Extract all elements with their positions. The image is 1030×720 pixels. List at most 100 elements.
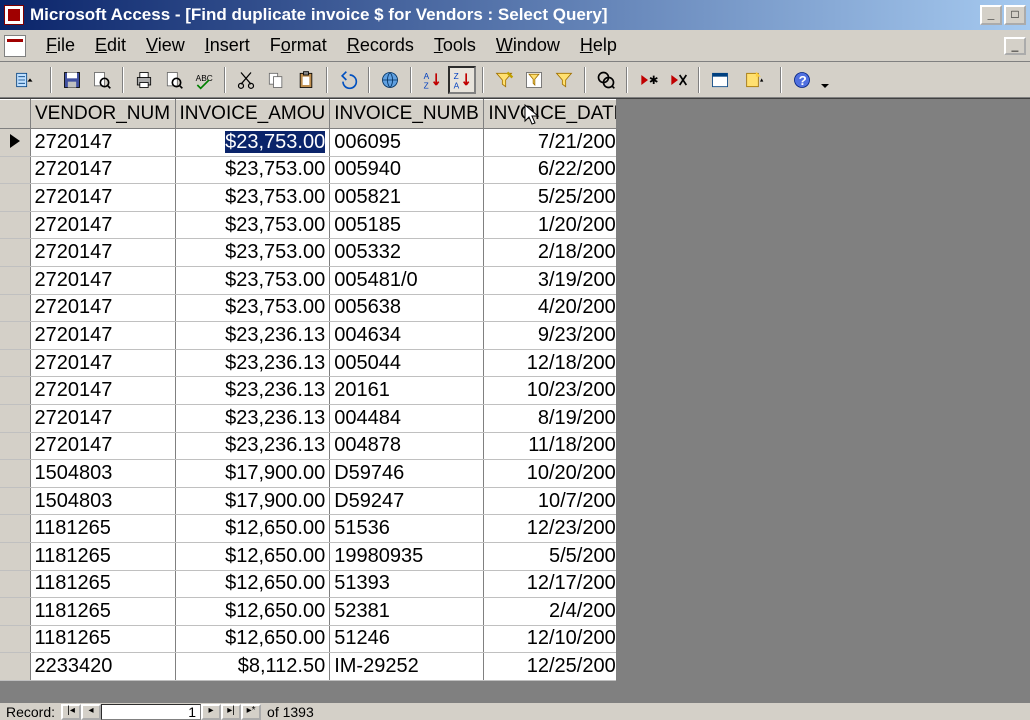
row-selector[interactable] <box>0 211 30 239</box>
cell-invnum[interactable]: 004878 <box>330 432 484 460</box>
row-selector[interactable] <box>0 184 30 212</box>
cell-date[interactable]: 12/25/2002 <box>483 653 631 681</box>
column-header-invoice-number[interactable]: INVOICE_NUMB <box>330 100 484 129</box>
cell-date[interactable]: 10/20/2002 <box>483 460 631 488</box>
row-selector[interactable] <box>0 377 30 405</box>
maximize-button[interactable]: □ <box>1004 5 1026 25</box>
table-row[interactable]: 1504803$17,900.00D5974610/20/2002 <box>0 460 631 488</box>
column-header-invoice-date[interactable]: INVOICE_DATE <box>483 100 631 129</box>
delete-record-button[interactable] <box>664 66 692 94</box>
cell-invnum[interactable]: 19980935 <box>330 542 484 570</box>
print-preview-button[interactable] <box>160 66 188 94</box>
table-row[interactable]: 2720147$23,236.1300487811/18/2002 <box>0 432 631 460</box>
cell-invnum[interactable]: 004484 <box>330 404 484 432</box>
cell-amount[interactable]: $23,753.00 <box>175 129 330 157</box>
spelling-button[interactable]: ABC <box>190 66 218 94</box>
cell-invnum[interactable]: 52381 <box>330 598 484 626</box>
cell-amount[interactable]: $8,112.50 <box>175 653 330 681</box>
cell-amount[interactable]: $23,236.13 <box>175 322 330 350</box>
cell-date[interactable]: 5/25/2003 <box>483 184 631 212</box>
cell-vendor[interactable]: 2233420 <box>30 653 175 681</box>
row-selector[interactable] <box>0 542 30 570</box>
apply-filter-button[interactable] <box>550 66 578 94</box>
cell-vendor[interactable]: 1504803 <box>30 487 175 515</box>
print-button[interactable] <box>130 66 158 94</box>
row-selector[interactable] <box>0 129 30 157</box>
table-row[interactable]: 1181265$12,650.005139312/17/2002 <box>0 570 631 598</box>
cell-invnum[interactable]: 005638 <box>330 294 484 322</box>
menu-tools[interactable]: Tools <box>424 31 486 60</box>
menu-format[interactable]: Format <box>260 31 337 60</box>
cell-vendor[interactable]: 1181265 <box>30 570 175 598</box>
undo-button[interactable] <box>334 66 362 94</box>
cell-vendor[interactable]: 2720147 <box>30 432 175 460</box>
cell-vendor[interactable]: 1504803 <box>30 460 175 488</box>
cell-invnum[interactable]: 005821 <box>330 184 484 212</box>
table-row[interactable]: 2720147$23,753.000056384/20/2003 <box>0 294 631 322</box>
cell-amount[interactable]: $23,753.00 <box>175 266 330 294</box>
cut-button[interactable] <box>232 66 260 94</box>
menu-insert[interactable]: Insert <box>195 31 260 60</box>
cell-invnum[interactable]: 005044 <box>330 349 484 377</box>
table-row[interactable]: 1181265$12,650.005153612/23/2002 <box>0 515 631 543</box>
row-selector[interactable] <box>0 294 30 322</box>
row-selector[interactable] <box>0 598 30 626</box>
cell-amount[interactable]: $12,650.00 <box>175 570 330 598</box>
row-selector[interactable] <box>0 515 30 543</box>
database-window-button[interactable] <box>706 66 734 94</box>
cell-amount[interactable]: $23,236.13 <box>175 404 330 432</box>
new-object-dropdown-button[interactable] <box>736 66 774 94</box>
nav-last-button[interactable]: ▸| <box>221 704 241 720</box>
query-results-grid[interactable]: VENDOR_NUM INVOICE_AMOU INVOICE_NUMB INV… <box>0 99 632 681</box>
find-button[interactable] <box>592 66 620 94</box>
cell-date[interactable]: 12/23/2002 <box>483 515 631 543</box>
table-row[interactable]: 2720147$23,236.130044848/19/2002 <box>0 404 631 432</box>
row-selector[interactable] <box>0 156 30 184</box>
cell-invnum[interactable]: D59247 <box>330 487 484 515</box>
cell-date[interactable]: 12/18/2002 <box>483 349 631 377</box>
file-search-button[interactable] <box>88 66 116 94</box>
cell-date[interactable]: 9/23/2002 <box>483 322 631 350</box>
table-row[interactable]: 2720147$23,753.000058215/25/2003 <box>0 184 631 212</box>
cell-vendor[interactable]: 2720147 <box>30 404 175 432</box>
menu-help[interactable]: Help <box>570 31 627 60</box>
row-selector[interactable] <box>0 266 30 294</box>
table-row[interactable]: 1181265$12,650.00199809355/5/2003 <box>0 542 631 570</box>
cell-amount[interactable]: $23,753.00 <box>175 294 330 322</box>
row-selector[interactable] <box>0 322 30 350</box>
cell-amount[interactable]: $23,753.00 <box>175 184 330 212</box>
menu-edit[interactable]: Edit <box>85 31 136 60</box>
filter-by-selection-button[interactable] <box>490 66 518 94</box>
row-selector[interactable] <box>0 349 30 377</box>
minimize-button[interactable]: _ <box>980 5 1002 25</box>
table-row[interactable]: 2233420$8,112.50IM-2925212/25/2002 <box>0 653 631 681</box>
cell-date[interactable]: 12/10/2002 <box>483 625 631 653</box>
row-selector[interactable] <box>0 653 30 681</box>
toolbar-options-button[interactable] <box>818 66 832 94</box>
row-selector[interactable] <box>0 460 30 488</box>
cell-date[interactable]: 6/22/2003 <box>483 156 631 184</box>
cell-date[interactable]: 7/21/2003 <box>483 129 631 157</box>
cell-invnum[interactable]: 005332 <box>330 239 484 267</box>
nav-next-button[interactable]: ▸ <box>201 704 221 720</box>
table-row[interactable]: 2720147$23,753.000053322/18/2003 <box>0 239 631 267</box>
cell-date[interactable]: 5/5/2003 <box>483 542 631 570</box>
cell-invnum[interactable]: IM-29252 <box>330 653 484 681</box>
cell-invnum[interactable]: 005481/0 <box>330 266 484 294</box>
table-row[interactable]: 2720147$23,236.132016110/23/2002 <box>0 377 631 405</box>
table-row[interactable]: 2720147$23,236.130046349/23/2002 <box>0 322 631 350</box>
table-row[interactable]: 2720147$23,753.000059406/22/2003 <box>0 156 631 184</box>
select-all-corner[interactable] <box>0 100 30 129</box>
cell-amount[interactable]: $23,753.00 <box>175 211 330 239</box>
cell-invnum[interactable]: 005940 <box>330 156 484 184</box>
column-header-vendor-num[interactable]: VENDOR_NUM <box>30 100 175 129</box>
cell-date[interactable]: 12/17/2002 <box>483 570 631 598</box>
cell-date[interactable]: 4/20/2003 <box>483 294 631 322</box>
cell-vendor[interactable]: 1181265 <box>30 625 175 653</box>
menu-view[interactable]: View <box>136 31 195 60</box>
record-number-input[interactable] <box>101 704 201 720</box>
cell-date[interactable]: 10/23/2002 <box>483 377 631 405</box>
cell-vendor[interactable]: 2720147 <box>30 129 175 157</box>
cell-amount[interactable]: $17,900.00 <box>175 460 330 488</box>
cell-amount[interactable]: $12,650.00 <box>175 625 330 653</box>
